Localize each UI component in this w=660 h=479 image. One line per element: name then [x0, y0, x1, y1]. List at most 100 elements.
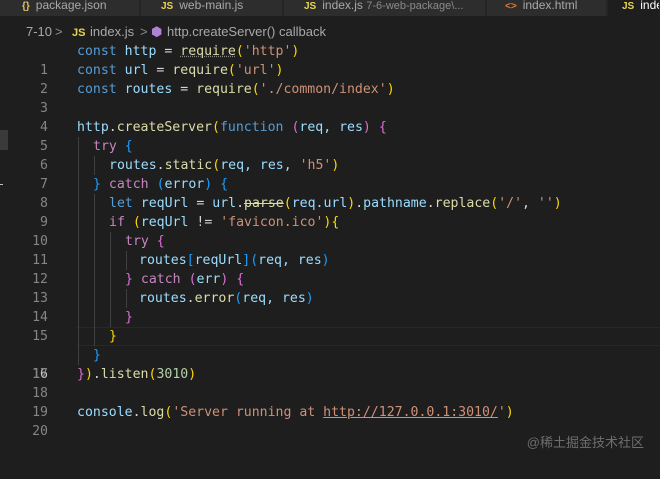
code-token: req, res [258, 253, 322, 268]
code-token: err [196, 272, 221, 287]
code-token: req, res [242, 291, 306, 306]
code-token: parse [244, 196, 284, 211]
code-token: catch [140, 272, 181, 287]
code-line: 1 const http = require('http') [0, 42, 660, 78]
code-line: 12 routes[reqUrl](req, res) [0, 251, 660, 287]
code-token: const [77, 44, 117, 59]
code-line-current: 16 } [0, 327, 660, 382]
code-line: 14 routes.error(req, res) [0, 289, 660, 325]
code-token: console [77, 405, 133, 420]
breadcrumb: 7-10 > JS index.js > ⬢ http.createServer… [0, 22, 660, 42]
code-line: 19 [0, 384, 660, 420]
breadcrumb-file[interactable]: index.js [90, 22, 134, 42]
code-link[interactable]: http://127.0.0.1:3010/ [323, 405, 498, 420]
code-token: = [156, 44, 181, 59]
code-token: reqUrl [140, 196, 189, 211]
code-token: log [140, 405, 165, 420]
breadcrumb-folder[interactable]: 7-10 [26, 22, 52, 42]
code-line: 10 if (reqUrl != 'favicon.ico'){ [0, 213, 660, 249]
code-line: 13 } catch (err) { [0, 270, 660, 306]
code-token: '/' [498, 196, 523, 211]
code-token: 'favicon.ico' [220, 215, 324, 230]
code-token: 'http' [243, 44, 292, 59]
tab-label: web-main.js [179, 0, 244, 12]
code-token: pathname [363, 196, 427, 211]
js-file-icon: JS [304, 1, 317, 12]
code-token: req, res [299, 120, 363, 135]
tab-package-json[interactable]: {} package.json [0, 0, 140, 16]
watermark: @稀土掘金技术社区 [526, 435, 644, 450]
code-token: 3010 [156, 367, 189, 382]
code-token: static [164, 158, 213, 173]
code-token: require [196, 82, 252, 97]
code-token: req, res, [220, 158, 300, 173]
code-token: error [164, 177, 205, 192]
code-token: replace [434, 196, 491, 211]
code-line: 7 routes.static(req, res, 'h5') [0, 156, 660, 192]
code-token: url [212, 196, 237, 211]
tab-index-html[interactable]: <> index.html [487, 0, 607, 16]
code-token: catch [108, 177, 149, 192]
code-token: 'url' [235, 63, 276, 78]
code-token: routes [139, 291, 187, 306]
code-token: createServer [116, 120, 212, 135]
editor-tab-bar: {} package.json JS web-main.js JS index.js … [0, 0, 660, 16]
code-token: routes [124, 82, 173, 97]
tab-label: index.js [322, 0, 363, 12]
code-line: 15 } [0, 308, 660, 344]
code-token: 'Server running at [172, 405, 324, 420]
code-token: listen [100, 367, 149, 382]
code-token: 'h5' [299, 158, 332, 173]
html-file-icon: <> [505, 1, 517, 12]
code-line: 20 console.log('Server running at http:/… [0, 403, 660, 439]
code-token: url [124, 63, 149, 78]
code-token: reqUrl [140, 215, 189, 230]
code-token: const [77, 82, 117, 97]
code-editor[interactable]: 1 const http = require('http') 2 const u… [0, 42, 660, 439]
code-token: try [93, 139, 117, 154]
code-token: ' [497, 405, 506, 420]
code-token: http [124, 44, 157, 59]
code-token: error [194, 291, 235, 306]
code-token: require [172, 63, 228, 78]
tab-index-js-active[interactable]: JS inde [608, 0, 660, 16]
code-token: routes [139, 253, 187, 268]
tab-web-main-js[interactable]: JS web-main.js [141, 0, 283, 16]
code-token: function [219, 120, 284, 135]
symbol-method-icon: ⬢ [151, 24, 163, 39]
code-token: = [148, 63, 173, 78]
code-token: require [180, 44, 236, 59]
tab-label: index.html [522, 0, 578, 12]
code-token: http [77, 120, 109, 135]
code-token: try [125, 234, 149, 249]
code-token: = [188, 196, 213, 211]
code-token: = [172, 82, 197, 97]
tab-description: 7-6-web-package\... [366, 0, 464, 12]
tab-label: inde [640, 0, 659, 12]
code-line: 3 const routes = require('./common/index… [0, 80, 660, 116]
chevron-right-icon: > [55, 24, 63, 39]
tab-index-js-package[interactable]: JS index.js 7-6-web-package\... [284, 0, 486, 16]
code-line: 11 try { [0, 232, 660, 268]
code-line: 8 } catch (error) { [0, 175, 660, 211]
json-file-icon: {} [22, 1, 30, 12]
chevron-right-icon: > [140, 24, 148, 39]
code-token: != [188, 215, 221, 230]
code-line: 5 http.createServer(function (req, res) … [0, 118, 660, 154]
js-file-icon: JS [72, 27, 86, 39]
breadcrumb-symbol[interactable]: http.createServer() callback [167, 22, 326, 42]
code-token: let [109, 196, 133, 211]
code-line: 4 [0, 99, 660, 135]
js-file-icon: JS [161, 1, 174, 12]
tab-label: package.json [35, 0, 107, 12]
code-token: const [77, 63, 117, 78]
code-token: if [109, 215, 125, 230]
code-token: routes [109, 158, 157, 173]
code-line: 17 } [0, 346, 660, 382]
code-token: reqUrl [194, 253, 243, 268]
code-token: '' [537, 196, 554, 211]
code-line: 9 let reqUrl = url.parse(req.url).pathna… [0, 194, 660, 230]
js-file-icon: JS [622, 1, 635, 12]
code-token: './common/index' [259, 82, 387, 97]
code-token: req.url [291, 196, 348, 211]
